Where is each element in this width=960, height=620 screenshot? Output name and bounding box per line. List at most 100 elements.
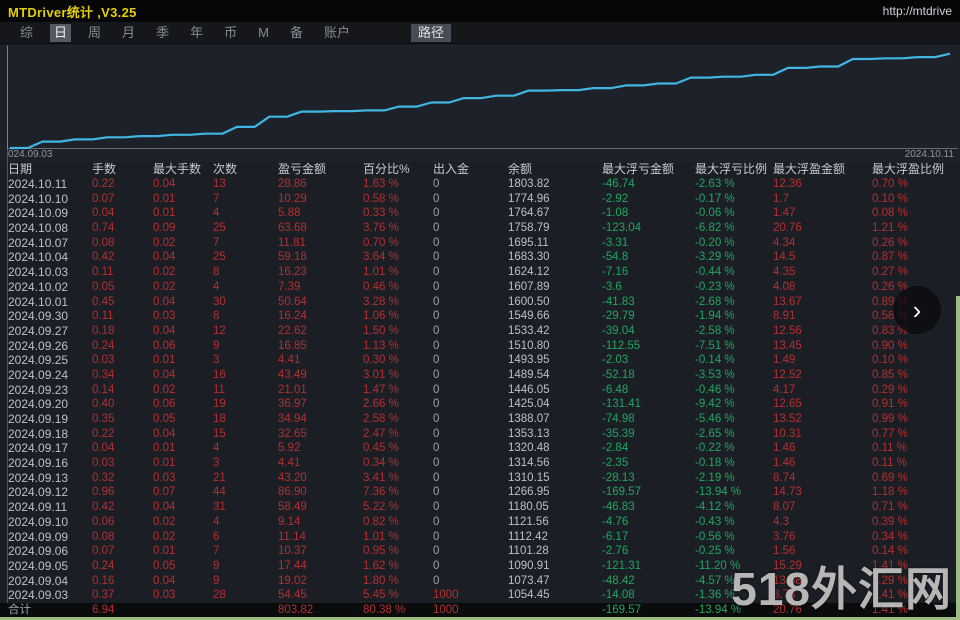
table-cell: 0.71 % — [872, 501, 908, 514]
table-cell: 1.18 % — [872, 486, 908, 499]
next-page-button[interactable]: › — [893, 286, 941, 334]
table-row: 2024.10.09 0.04 0.01 4 5.88 0.33 % 0 1764.67 -1.… — [0, 206, 960, 221]
table-row: 2024.09.24 0.34 0.04 16 43.49 3.01 % 0 1489.54 -… — [0, 368, 960, 383]
table-cell: -0.14 % — [695, 354, 735, 367]
table-cell: 0.39 % — [872, 515, 908, 528]
table-cell: 0.11 — [92, 310, 114, 323]
table-cell: 0.27 % — [872, 266, 908, 279]
table-cell: 59.18 — [278, 251, 307, 264]
table-cell: -2.76 — [602, 545, 629, 558]
table-cell: 11.14 — [278, 530, 306, 543]
table-row: 2024.09.25 0.03 0.01 3 4.41 0.30 % 0 1493.95 -2.… — [0, 353, 960, 368]
column-header-2: 最大手数 — [153, 162, 202, 176]
table-cell: 1090.91 — [508, 559, 550, 572]
table-cell: 0.16 — [92, 574, 115, 587]
table-cell: 1.06 % — [363, 310, 399, 323]
table-cell: 0.02 — [153, 515, 176, 528]
table-cell: 0.05 — [153, 413, 176, 425]
table-cell: -4.76 — [602, 515, 629, 528]
table-cell: 3 — [213, 457, 220, 470]
table-cell: 0 — [433, 383, 440, 396]
table-cell: -112.55 — [602, 339, 641, 352]
table-cell: 2024.09.17 — [8, 441, 69, 456]
table-cell: 4 — [213, 207, 220, 220]
table-cell: 43.49 — [278, 368, 307, 381]
table-cell: 4.41 — [278, 354, 301, 367]
total-cell — [153, 603, 213, 618]
table-cell: 1.80 % — [363, 574, 399, 587]
table-cell: -54.8 — [602, 251, 629, 264]
table-cell: 9 — [213, 339, 220, 352]
table-cell: 2024.10.04 — [8, 250, 69, 265]
table-cell: 0.34 — [92, 368, 115, 381]
table-cell: 0 — [433, 295, 440, 308]
menu-item-path[interactable]: 路径 — [410, 23, 451, 42]
table-cell: 4 — [213, 515, 220, 528]
table-cell: -3.29 % — [695, 251, 735, 264]
table-cell: 2024.09.25 — [8, 353, 69, 368]
menu-item-7[interactable]: M — [254, 24, 273, 42]
table-cell: 2024.10.03 — [8, 265, 69, 280]
table-cell: -2.03 — [602, 354, 629, 367]
table-cell: 58.49 — [278, 501, 307, 514]
table-cell: 0 — [433, 457, 440, 470]
table-row: 2024.10.08 0.74 0.09 25 63.68 3.76 % 0 1758.79 -… — [0, 221, 960, 236]
table-cell: -39.04 — [602, 324, 635, 337]
table-cell: 0.06 — [153, 398, 176, 411]
table-cell: 1533.42 — [508, 324, 550, 337]
table-row: 2024.09.17 0.04 0.01 4 5.92 0.45 % 0 1320.48 -2.… — [0, 441, 960, 456]
table-cell: 0 — [433, 324, 440, 337]
menu-item-1[interactable]: 日 — [50, 23, 72, 42]
url-text: http://mtdrive — [882, 4, 952, 18]
menu-item-3[interactable]: 月 — [118, 24, 139, 42]
table-cell: 13.45 — [773, 339, 802, 352]
table-cell: 3.76 — [773, 530, 796, 543]
menu-item-9[interactable]: 账户 — [320, 24, 354, 42]
table-cell: 0.11 — [92, 266, 114, 279]
menu-item-5[interactable]: 年 — [186, 24, 207, 42]
table-cell: 4.34 — [773, 236, 796, 249]
table-cell: -0.43 % — [695, 515, 735, 528]
table-cell: 4.41 — [278, 457, 301, 470]
table-cell: 7 — [213, 192, 220, 205]
table-cell: -74.98 — [602, 413, 635, 425]
table-cell: 2.58 % — [363, 413, 399, 425]
table-cell: 0.04 — [92, 207, 115, 220]
table-cell: 1.49 — [773, 354, 796, 367]
table-row: 2024.09.16 0.03 0.01 3 4.41 0.34 % 0 1314.56 -2.… — [0, 456, 960, 471]
table-cell: 0.70 % — [363, 236, 399, 249]
table-cell: 0.04 — [92, 442, 115, 455]
table-cell: 14.5 — [773, 251, 796, 264]
table-cell: 9 — [213, 559, 220, 572]
table-cell: 2024.09.10 — [8, 514, 69, 529]
table-cell: 3.76 % — [363, 222, 399, 235]
table-cell: -0.46 % — [695, 383, 735, 396]
menu-item-2[interactable]: 周 — [84, 24, 105, 42]
table-cell: 0.01 — [153, 207, 176, 220]
table-cell: -3.6 — [602, 280, 622, 293]
table-cell: -48.42 — [602, 574, 635, 587]
table-cell: 2024.09.16 — [8, 456, 69, 471]
app-title: MTDriver统计 ,V3.25 — [8, 4, 137, 20]
table-cell: 0.70 % — [872, 178, 908, 190]
menu-item-4[interactable]: 季 — [152, 24, 173, 42]
table-cell: 3.41 % — [363, 471, 399, 484]
menu-item-6[interactable]: 币 — [220, 24, 241, 42]
table-cell: 0.03 — [153, 310, 176, 323]
table-cell: 1.63 % — [363, 178, 399, 190]
table-cell: 19.02 — [278, 574, 307, 587]
table-cell: 0.30 % — [363, 354, 399, 367]
table-cell: 54.45 — [278, 589, 307, 602]
right-edge-highlight — [956, 296, 960, 620]
table-cell: 0.90 % — [872, 339, 908, 352]
table-cell: 2024.09.20 — [8, 397, 69, 412]
menu-item-8[interactable]: 备 — [286, 24, 307, 42]
menu-item-0[interactable]: 综 — [16, 24, 37, 42]
table-row: 2024.09.30 0.11 0.03 8 16.24 1.06 % 0 1549.66 -2… — [0, 309, 960, 324]
table-cell: 0 — [433, 427, 440, 440]
column-header-6: 出入金 — [433, 162, 470, 176]
table-cell: 0 — [433, 501, 440, 514]
table-cell: 0.74 — [92, 222, 115, 235]
table-cell: 1549.66 — [508, 310, 550, 323]
table-cell: -2.92 — [602, 192, 629, 205]
